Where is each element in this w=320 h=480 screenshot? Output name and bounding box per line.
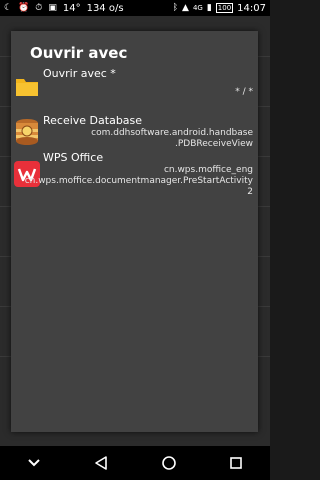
bluetooth-icon: ᛒ xyxy=(172,2,179,13)
detail-line: .PDBReceiveView xyxy=(175,139,253,149)
signal-bars-icon: ▮ xyxy=(206,2,212,13)
open-with-dialog: Ouvrir avec Ouvrir avec * * / * Receive xyxy=(11,31,258,432)
signal-icon: ▲ xyxy=(182,2,189,13)
back-button[interactable] xyxy=(86,451,116,475)
alarm-icon: ⏰ xyxy=(18,2,30,13)
hide-keyboard-button[interactable] xyxy=(19,451,49,475)
app-detail: * / * xyxy=(235,87,253,98)
detail-line: com.ddhsoftware.android.handbase xyxy=(91,128,253,138)
network-text: 4G xyxy=(192,4,203,12)
app-detail: cn.wps.moffice_eng cn.wps.moffice.docume… xyxy=(25,165,253,198)
detail-line: cn.wps.moffice.documentmanager.PreStartA… xyxy=(24,176,253,186)
app-name: Ouvrir avec * xyxy=(43,67,116,80)
temperature-text: 14° xyxy=(62,2,81,14)
moon-icon: ☾ xyxy=(4,2,13,13)
recents-button[interactable] xyxy=(221,451,251,475)
detail-line: 2 xyxy=(247,187,253,197)
photo-icon: ▣ xyxy=(48,2,57,13)
app-detail: com.ddhsoftware.android.handbase .PDBRec… xyxy=(91,128,253,150)
clock-text: 14:07 xyxy=(237,2,266,14)
battery-icon: 100 xyxy=(215,3,234,13)
app-list-item-wps-office[interactable]: WPS Office cn.wps.moffice_eng cn.wps.mof… xyxy=(11,151,258,201)
folder-icon xyxy=(14,73,40,99)
detail-line: * / * xyxy=(235,87,253,97)
app-list-item-open-with-all[interactable]: Ouvrir avec * * / * xyxy=(11,67,258,99)
home-button[interactable] xyxy=(154,451,184,475)
navigation-bar xyxy=(0,446,270,480)
app-list-item-receive-database[interactable]: Receive Database com.ddhsoftware.android… xyxy=(11,114,258,154)
status-bar: ☾ ⏰ ⏱ ▣ 14° 134 o/s ᛒ ▲ 4G ▮ 100 14:07 xyxy=(0,0,270,16)
detail-line: cn.wps.moffice_eng xyxy=(163,165,253,175)
database-app-icon xyxy=(14,118,40,145)
timer-icon: ⏱ xyxy=(35,2,43,13)
dialog-title: Ouvrir avec xyxy=(30,44,128,62)
app-name: Receive Database xyxy=(43,114,143,127)
speed-text: 134 o/s xyxy=(86,2,124,14)
app-name: WPS Office xyxy=(43,151,104,164)
